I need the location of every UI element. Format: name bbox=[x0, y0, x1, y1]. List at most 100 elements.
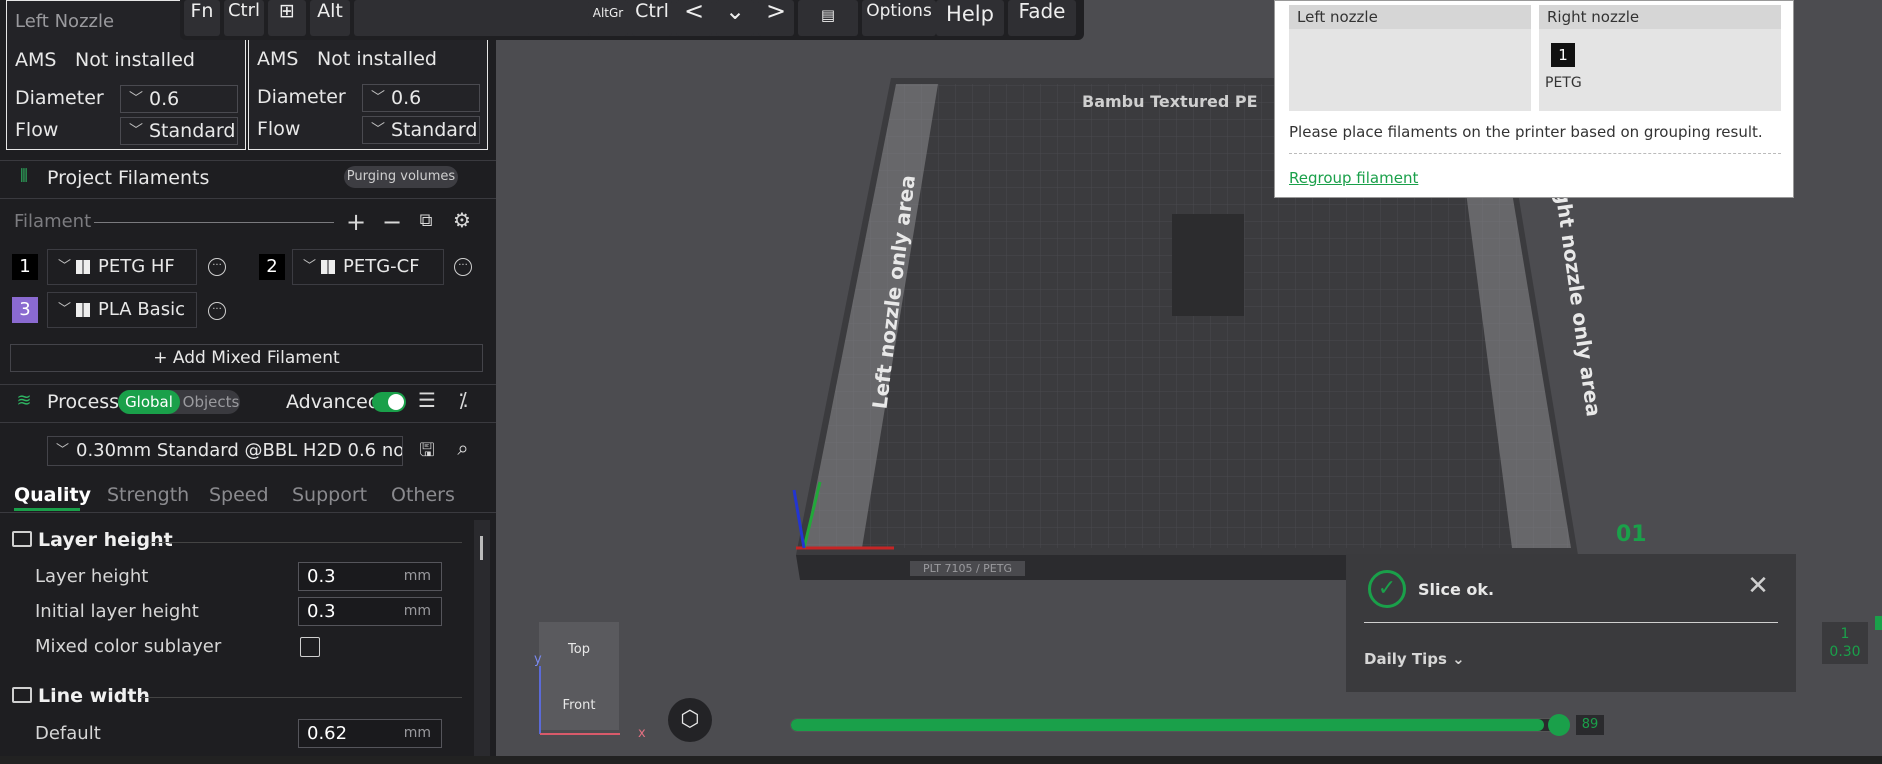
plate-label: PLT 7105 / PETG bbox=[910, 561, 1025, 576]
axis-x-label: x bbox=[638, 726, 646, 741]
initial-layer-height-input[interactable]: 0.3 mm bbox=[298, 597, 442, 626]
tab-others[interactable]: Others bbox=[391, 484, 455, 506]
filament-1-badge: 1 bbox=[12, 254, 38, 280]
tab-support[interactable]: Support bbox=[292, 484, 367, 506]
layer-height-input[interactable]: 0.3 mm bbox=[298, 562, 442, 591]
left-nozzle-slot: Left nozzle bbox=[1289, 5, 1531, 111]
tab-quality[interactable]: Quality bbox=[14, 484, 91, 506]
close-icon[interactable]: ✕ bbox=[1744, 572, 1772, 600]
double-chevron-down-icon: ⌄ bbox=[1452, 650, 1465, 668]
initial-layer-height-label: Initial layer height bbox=[35, 601, 199, 622]
key-ctrl-right[interactable]: Ctrl bbox=[632, 0, 672, 36]
default-line-width-label: Default bbox=[35, 723, 101, 744]
right-nozzle-filament-badge[interactable]: 1 bbox=[1551, 43, 1575, 67]
layer-height-icon bbox=[12, 531, 32, 547]
filament-icon: ⦀ bbox=[20, 166, 28, 187]
key-fade[interactable]: Fade bbox=[1008, 0, 1076, 36]
slice-notification: ✓ Slice ok. ✕ Daily Tips ⌄ bbox=[1346, 554, 1796, 692]
right-diameter-select[interactable]: ﹀ 0.6 bbox=[362, 84, 480, 112]
chevron-down-icon: ﹀ bbox=[58, 259, 72, 274]
axis-y-label: y bbox=[534, 652, 542, 667]
key-fn[interactable]: Fn bbox=[184, 0, 220, 36]
left-diameter-label: Diameter bbox=[15, 87, 104, 109]
filament-2-select[interactable]: ﹀ PETG-CF bbox=[292, 249, 444, 285]
settings-scrollbar[interactable] bbox=[474, 520, 490, 764]
daily-tips-toggle[interactable]: Daily Tips ⌄ bbox=[1364, 650, 1465, 668]
fit-view-button[interactable]: ⬡ bbox=[668, 698, 712, 742]
objects-tab[interactable]: Objects bbox=[182, 390, 240, 414]
add-mixed-filament-button[interactable]: + Add Mixed Filament bbox=[10, 344, 483, 372]
sidebar: Left Nozzle AMS Not installed Diameter ﹀… bbox=[0, 0, 496, 764]
arrow-left-icon[interactable]: < bbox=[676, 0, 712, 36]
tab-strength[interactable]: Strength bbox=[107, 484, 189, 506]
advanced-toggle[interactable] bbox=[372, 392, 406, 412]
save-icon[interactable]: 🖫 bbox=[414, 438, 440, 468]
line-width-icon bbox=[12, 687, 32, 703]
chevron-down-icon: ﹀ bbox=[371, 90, 385, 106]
keyboard-menu-icon[interactable]: ▤ bbox=[798, 0, 858, 36]
left-nozzle-title: Left Nozzle bbox=[15, 11, 115, 32]
right-flow-select[interactable]: ﹀ Standard bbox=[362, 116, 480, 144]
mixed-color-sublayer-label: Mixed color sublayer bbox=[35, 636, 222, 657]
section-line bbox=[140, 697, 462, 698]
arrow-right-icon[interactable]: > bbox=[758, 0, 794, 36]
default-line-width-input[interactable]: 0.62 mm bbox=[298, 719, 442, 748]
filament-label: Filament bbox=[14, 211, 92, 232]
active-tab-underline bbox=[14, 508, 80, 511]
left-flow-select[interactable]: ﹀ Standard bbox=[120, 117, 238, 145]
key-options[interactable]: Options bbox=[862, 0, 936, 36]
view-cube-top[interactable]: Top bbox=[539, 642, 619, 657]
layer-height-label: Layer height bbox=[35, 566, 149, 587]
check-circle-icon: ✓ bbox=[1368, 570, 1406, 608]
regroup-filament-link[interactable]: Regroup filament bbox=[1289, 169, 1418, 187]
global-tab[interactable]: Global bbox=[118, 390, 180, 414]
more-options-icon[interactable]: ··· bbox=[208, 302, 226, 320]
layer-slider-track[interactable] bbox=[790, 718, 1560, 732]
key-help[interactable]: Help bbox=[936, 0, 1004, 36]
grouping-message: Please place filaments on the printer ba… bbox=[1289, 123, 1763, 141]
axis-z bbox=[792, 489, 806, 549]
filament-1-select[interactable]: ﹀ PETG HF bbox=[47, 249, 197, 285]
windows-key-icon[interactable]: ⊞ bbox=[268, 0, 306, 36]
gear-icon[interactable]: ⚙ bbox=[450, 208, 474, 232]
left-diameter-select[interactable]: ﹀ 0.6 bbox=[120, 85, 238, 113]
layers-icon: ≋ bbox=[16, 390, 32, 411]
advanced-label: Advanced bbox=[286, 391, 380, 413]
search-icon[interactable]: ⌕ bbox=[450, 436, 476, 460]
arrow-down-icon[interactable]: ⌄ bbox=[716, 0, 754, 36]
process-scope-toggle[interactable]: Global Objects bbox=[118, 390, 240, 414]
layer-number: 1 bbox=[1840, 626, 1850, 642]
purging-volumes-button[interactable]: Purging volumes bbox=[344, 166, 458, 188]
tab-speed[interactable]: Speed bbox=[209, 484, 269, 506]
slider-value-label: 89 bbox=[1576, 715, 1604, 735]
add-icon[interactable]: + bbox=[344, 208, 368, 236]
key-altgr[interactable]: AltGr bbox=[588, 0, 628, 36]
divider bbox=[0, 160, 496, 161]
chevron-down-icon: ﹀ bbox=[129, 123, 143, 139]
filament-3-select[interactable]: ﹀ PLA Basic bbox=[47, 292, 197, 328]
compare-icon[interactable]: ⁒ bbox=[450, 388, 476, 412]
process-preset-select[interactable]: ﹀ 0.30mm Standard @BBL H2D 0.6 noz... bbox=[47, 436, 403, 466]
slice-status-text: Slice ok. bbox=[1418, 580, 1495, 599]
bambu-studio-window: Left Nozzle AMS Not installed Diameter ﹀… bbox=[0, 0, 1882, 764]
remove-icon[interactable]: − bbox=[380, 208, 404, 236]
scrollbar-thumb[interactable] bbox=[480, 536, 483, 560]
toast-divider bbox=[1364, 622, 1778, 623]
key-ctrl-left[interactable]: Ctrl bbox=[224, 0, 264, 36]
sync-ams-icon[interactable]: ⧉ bbox=[414, 210, 438, 231]
key-alt[interactable]: Alt bbox=[310, 0, 350, 36]
vertical-slider-thumb[interactable] bbox=[1875, 616, 1882, 630]
layer-slider-thumb[interactable] bbox=[1548, 714, 1570, 736]
filament-header-line bbox=[94, 222, 334, 223]
right-flow-label: Flow bbox=[257, 118, 301, 140]
on-screen-keyboard: Fn Ctrl ⊞ Alt AltGr Ctrl < ⌄ > ▤ Options… bbox=[180, 0, 1084, 40]
mixed-color-sublayer-checkbox[interactable] bbox=[300, 637, 320, 657]
left-ams-label: AMS bbox=[15, 49, 57, 71]
fit-view-icon: ⬡ bbox=[680, 707, 700, 732]
list-icon[interactable]: ☰ bbox=[414, 388, 440, 412]
project-filaments-title: Project Filaments bbox=[47, 167, 210, 189]
plate-number[interactable]: 01 bbox=[1616, 522, 1647, 547]
more-options-icon[interactable]: ··· bbox=[208, 258, 226, 276]
section-line bbox=[150, 542, 462, 543]
more-options-icon[interactable]: ··· bbox=[454, 258, 472, 276]
